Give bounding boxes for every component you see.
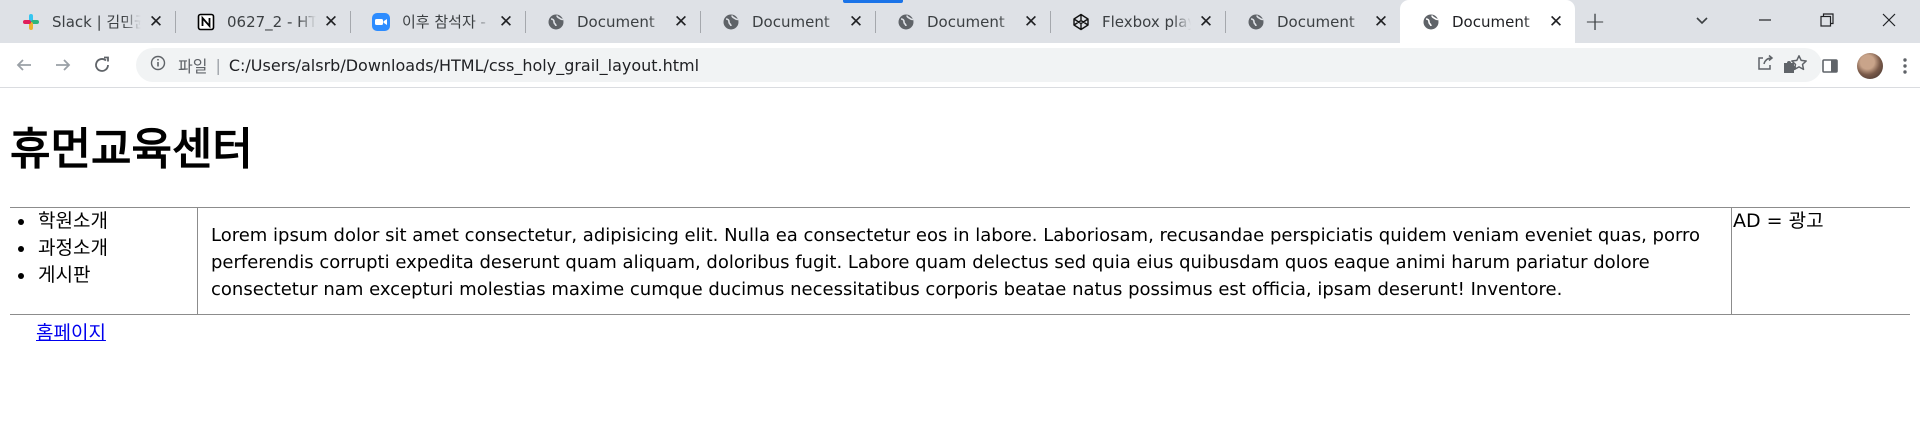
nav-item-board: 게시판: [36, 262, 197, 289]
more-menu-icon[interactable]: [1890, 44, 1920, 88]
ad-text: AD = 광고: [1733, 210, 1824, 232]
tab-search-chevron-icon[interactable]: [1682, 0, 1722, 40]
tab-title: Slack | 김민균: [52, 13, 141, 31]
article-column: Lorem ipsum dolor sit amet consectetur, …: [198, 208, 1732, 314]
tab-close-icon[interactable]: ✕: [1197, 12, 1215, 32]
tab-close-icon[interactable]: ✕: [1547, 12, 1565, 32]
tab-title: 이후 참석자 - Zoom: [402, 13, 491, 31]
tab-close-icon[interactable]: ✕: [497, 12, 515, 32]
tab-document[interactable]: Document ✕: [525, 0, 700, 43]
omnibox-separator: |: [215, 55, 221, 75]
address-bar[interactable]: 파일 | C:/Users/alsrb/Downloads/HTML/css_h…: [136, 48, 1822, 82]
tab-title: Document: [927, 12, 1005, 31]
tab-document[interactable]: Document ✕: [875, 0, 1050, 43]
tab-flexbox-playground[interactable]: Flexbox playground ✕: [1050, 0, 1225, 43]
tab-close-icon[interactable]: ✕: [847, 12, 865, 32]
page-viewport: 휴먼교육센터 학원소개 과정소개 게시판 Lorem ipsum dolor s…: [0, 88, 1920, 427]
tab-close-icon[interactable]: ✕: [322, 12, 340, 32]
avatar: [1857, 52, 1883, 79]
footer: 홈페이지: [36, 318, 106, 345]
restore-icon[interactable]: [1796, 0, 1858, 40]
nav-item-about: 학원소개: [36, 208, 197, 235]
file-scheme-chip: 파일: [178, 57, 208, 76]
tab-strip: Slack | 김민균 ✕ 0627_2 - HTML ✕ 이후 참석자 - Z…: [0, 0, 1920, 43]
close-window-icon[interactable]: [1858, 0, 1920, 40]
homepage-link[interactable]: 홈페이지: [36, 322, 106, 344]
tab-title: 0627_2 - HTML: [227, 12, 316, 31]
aside-column: AD = 광고: [1732, 208, 1910, 314]
globe-icon: [1422, 13, 1440, 31]
slack-icon: [22, 13, 40, 31]
minimize-icon[interactable]: [1734, 0, 1796, 40]
tab-title: Document: [1452, 12, 1530, 31]
info-icon[interactable]: [150, 55, 166, 75]
url-text[interactable]: C:/Users/alsrb/Downloads/HTML/css_holy_g…: [229, 56, 699, 75]
tab-zoom[interactable]: 이후 참석자 - Zoom ✕: [350, 0, 525, 43]
nav-column: 학원소개 과정소개 게시판: [10, 208, 198, 314]
tab-close-icon[interactable]: ✕: [147, 12, 165, 32]
article-text: Lorem ipsum dolor sit amet consectetur, …: [211, 225, 1701, 300]
new-tab-button[interactable]: +: [1575, 0, 1615, 43]
reload-icon[interactable]: [87, 50, 117, 80]
tab-document[interactable]: Document ✕: [1225, 0, 1400, 43]
tab-title: Flexbox playground: [1102, 12, 1191, 31]
page-title: 휴먼교육센터: [10, 124, 253, 175]
toolbar-right: [1770, 43, 1920, 88]
globe-icon: [547, 13, 565, 31]
zoom-icon: [372, 12, 390, 31]
holy-grail-layout: 학원소개 과정소개 게시판 Lorem ipsum dolor sit amet…: [10, 207, 1910, 315]
back-arrow-icon[interactable]: [9, 50, 39, 80]
globe-icon: [722, 13, 740, 31]
tab-slack[interactable]: Slack | 김민균 ✕: [0, 0, 175, 43]
tab-document-active[interactable]: Document ✕: [1400, 0, 1575, 43]
tab-close-icon[interactable]: ✕: [672, 12, 690, 32]
tab-title: Document: [752, 12, 830, 31]
nav-item-courses: 과정소개: [36, 235, 197, 262]
notion-icon: [197, 13, 215, 31]
tab-title: Document: [1277, 12, 1355, 31]
side-panel-icon[interactable]: [1810, 44, 1850, 88]
profile-avatar[interactable]: [1850, 44, 1890, 88]
window-controls: [1734, 0, 1920, 43]
globe-icon: [1247, 13, 1265, 31]
browser-toolbar: 파일 | C:/Users/alsrb/Downloads/HTML/css_h…: [0, 43, 1920, 88]
tab-close-icon[interactable]: ✕: [1022, 12, 1040, 32]
globe-icon: [897, 13, 915, 31]
forward-arrow-icon[interactable]: [48, 50, 78, 80]
tab-notion[interactable]: 0627_2 - HTML ✕: [175, 0, 350, 43]
extensions-puzzle-icon[interactable]: [1770, 44, 1810, 88]
tab-close-icon[interactable]: ✕: [1372, 12, 1390, 32]
tab-document[interactable]: Document ✕: [700, 0, 875, 43]
nav-list: 학원소개 과정소개 게시판: [10, 208, 197, 289]
codepen-icon: [1072, 13, 1090, 31]
tab-title: Document: [577, 12, 655, 31]
